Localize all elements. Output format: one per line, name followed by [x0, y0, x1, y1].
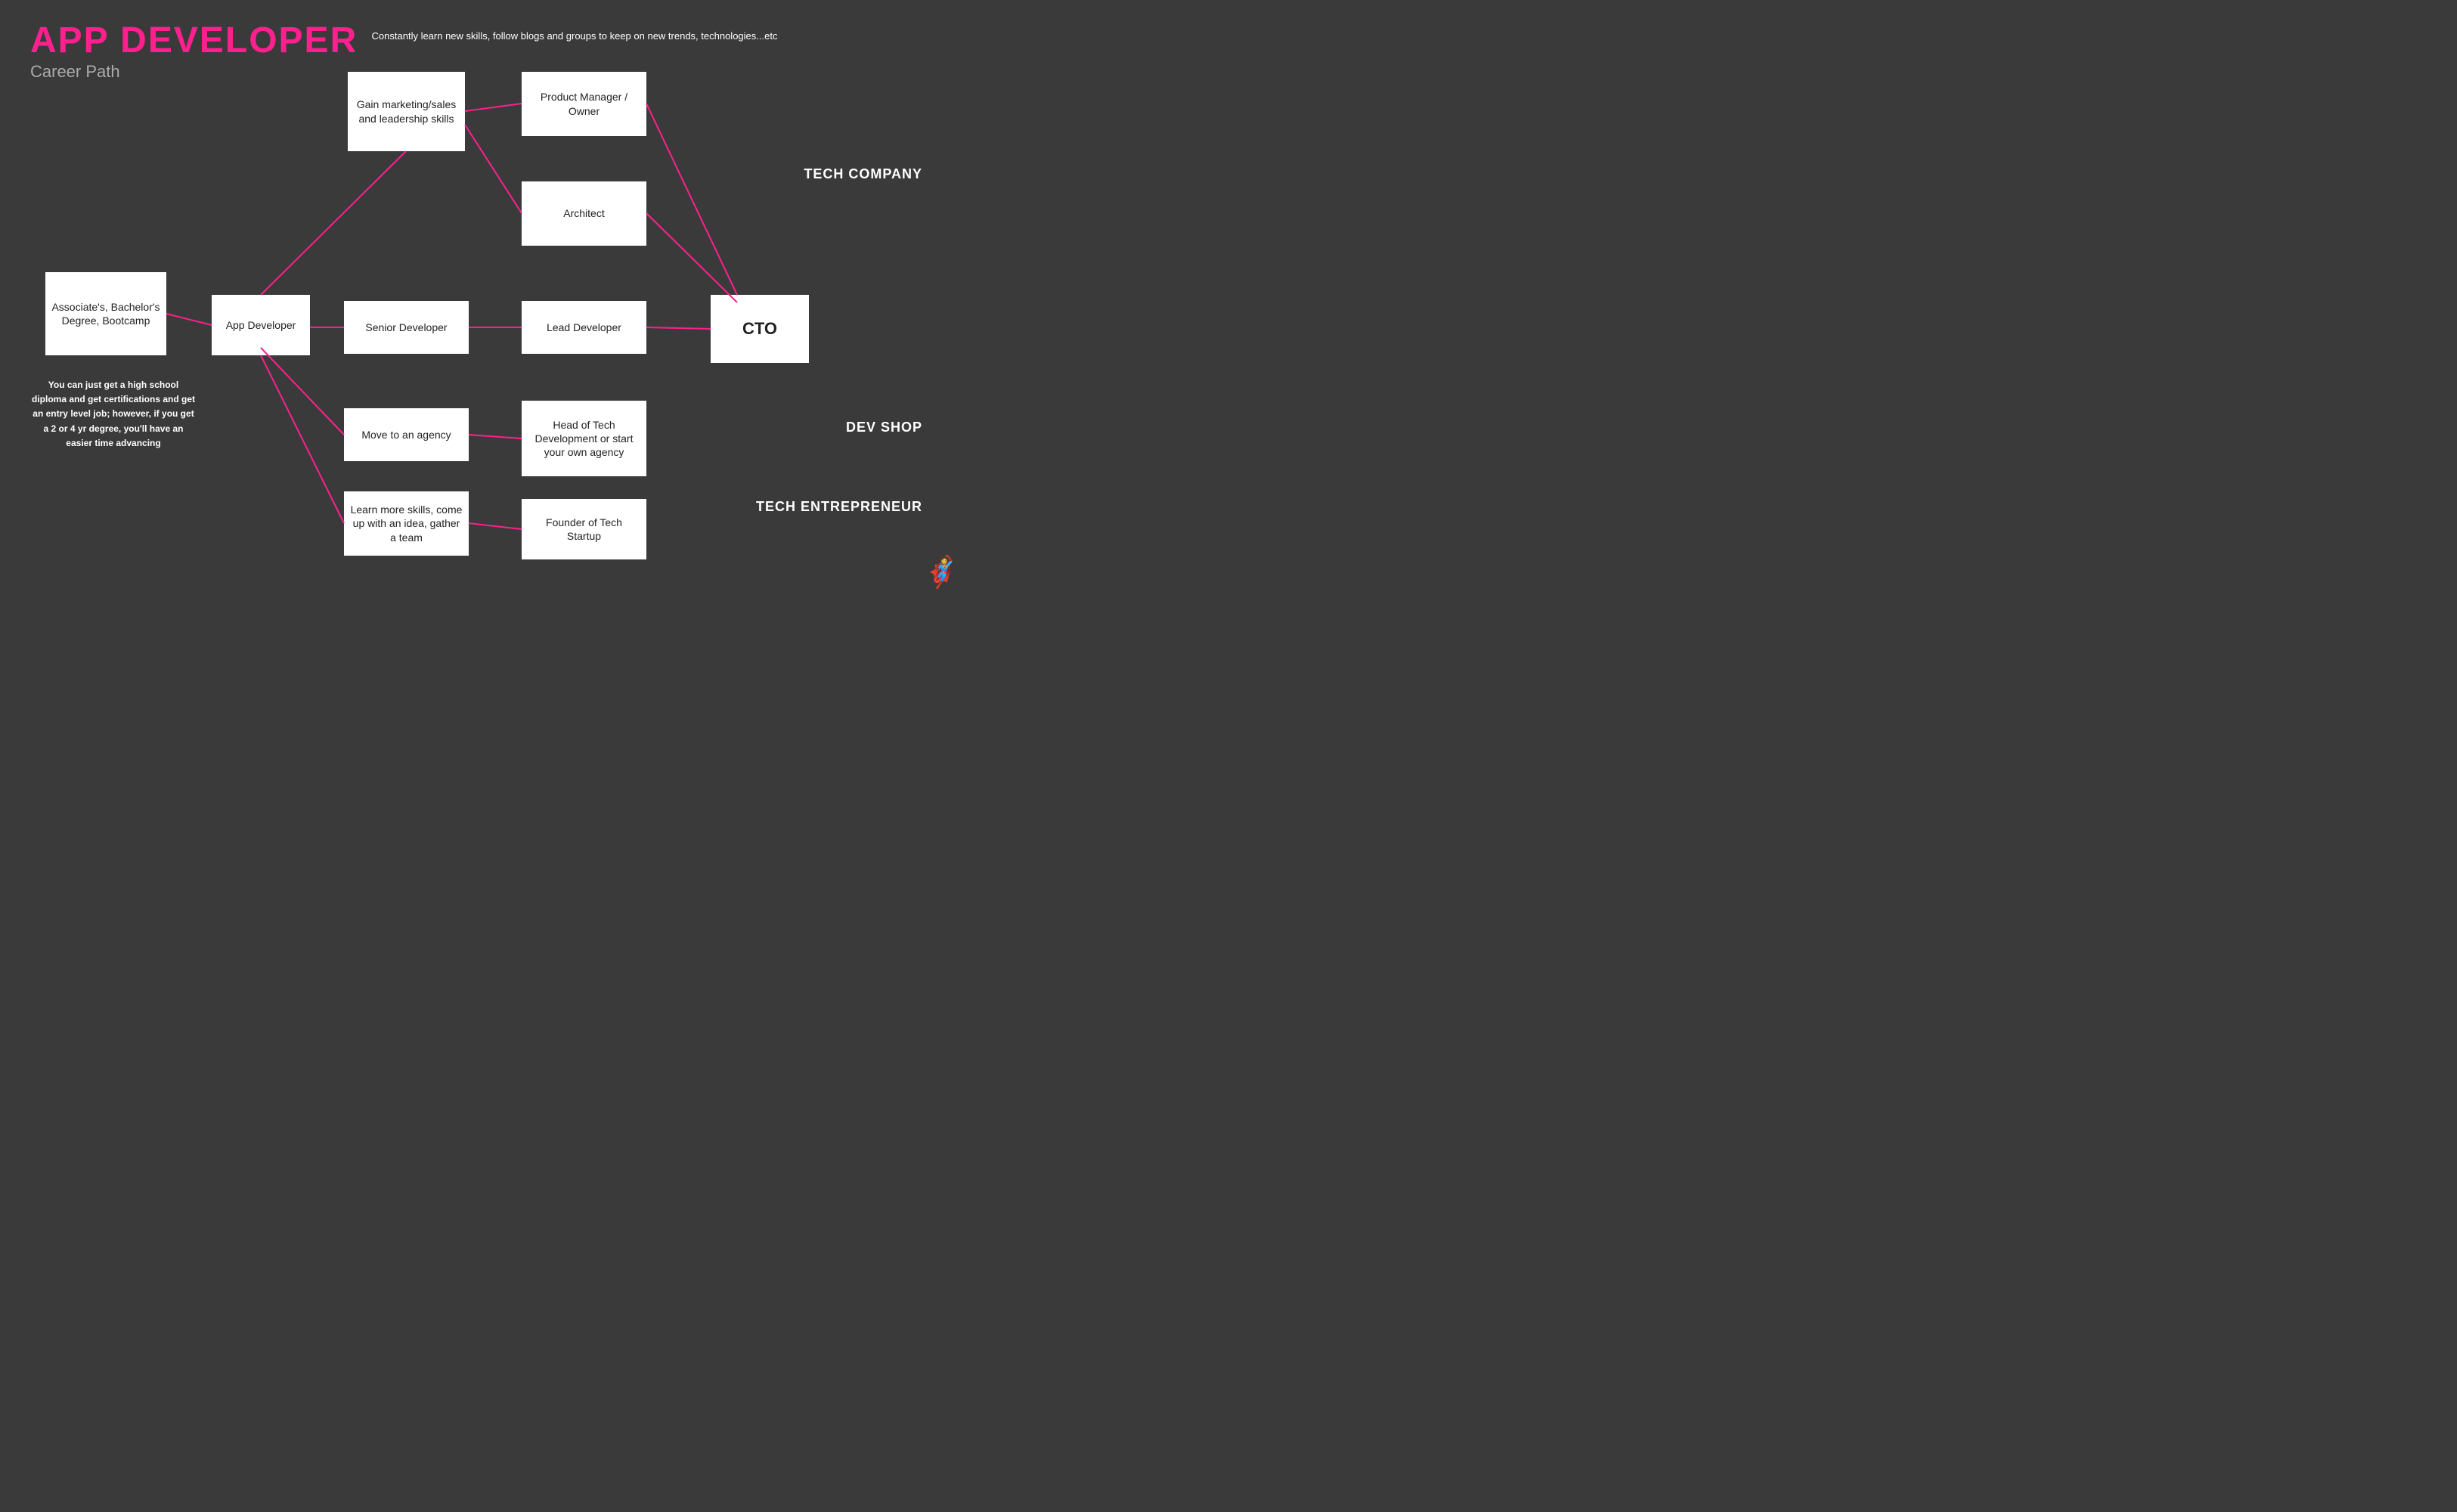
dev-shop-label: DEV SHOP — [846, 420, 922, 435]
hero-icon: 🦸 — [922, 554, 960, 590]
lead-developer-node: Lead Developer — [522, 301, 646, 354]
founder-node: Founder of Tech Startup — [522, 499, 646, 559]
main-title: APP DEVELOPER — [30, 23, 358, 59]
gain-skills-node: Gain marketing/sales and leadership skil… — [348, 72, 465, 151]
side-note: You can just get a high school diploma a… — [30, 378, 197, 451]
senior-developer-node: Senior Developer — [344, 301, 469, 354]
architect-node: Architect — [522, 181, 646, 246]
tech-entrepreneur-label: TECH ENTREPRENEUR — [756, 499, 922, 515]
tech-company-label: TECH COMPANY — [804, 166, 922, 182]
title-area: APP DEVELOPER Career Path — [30, 23, 358, 82]
degree-node: Associate's, Bachelor's Degree, Bootcamp — [45, 272, 166, 355]
app-developer-node: App Developer — [212, 295, 310, 355]
product-manager-node: Product Manager / Owner — [522, 72, 646, 136]
move-agency-node: Move to an agency — [344, 408, 469, 461]
head-tech-node: Head of Tech Development or start your o… — [522, 401, 646, 476]
top-note: Constantly learn new skills, follow blog… — [318, 30, 832, 42]
cto-node: CTO — [711, 295, 809, 363]
subtitle: Career Path — [30, 62, 358, 82]
learn-skills-node: Learn more skills, come up with an idea,… — [344, 491, 469, 556]
